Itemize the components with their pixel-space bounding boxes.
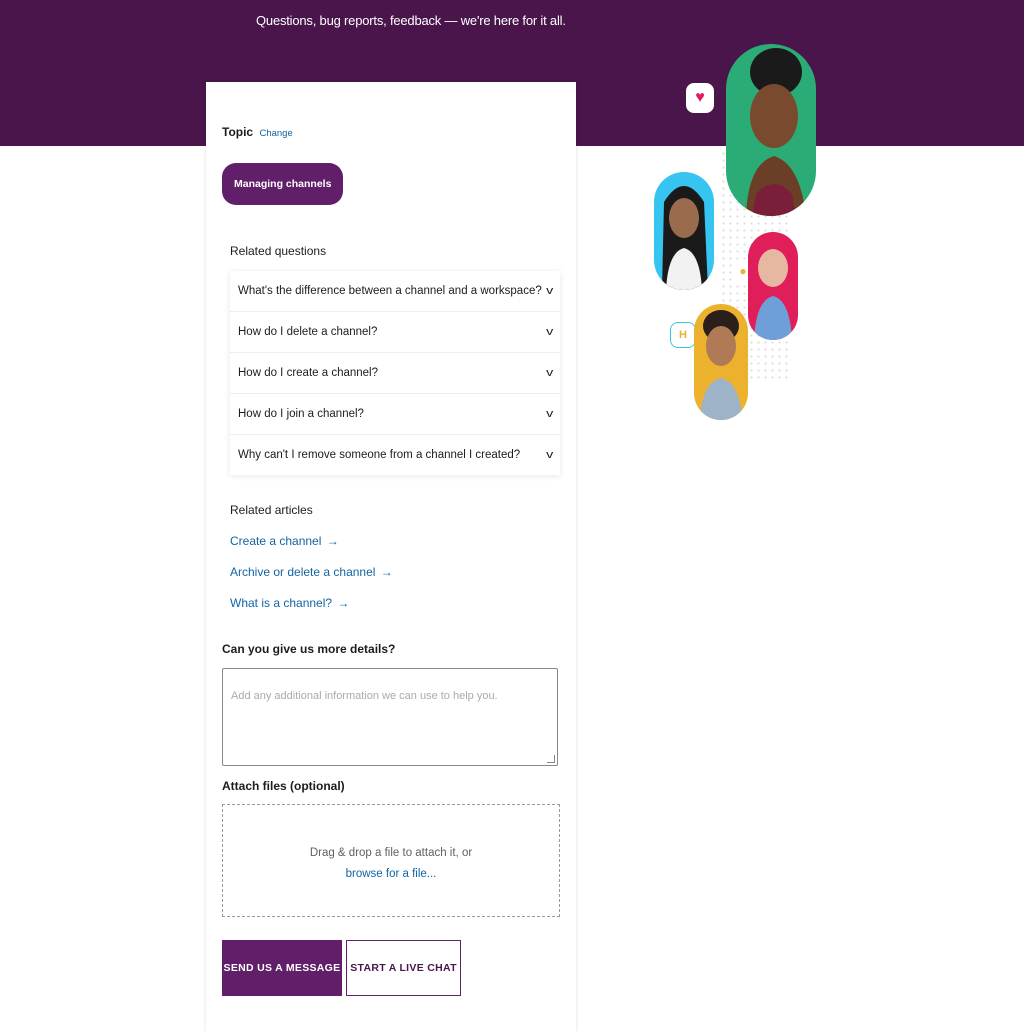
faq-question: How do I create a channel? xyxy=(238,367,379,379)
arrow-right-icon: → xyxy=(377,565,393,579)
article-link-label: Create a channel xyxy=(230,534,322,548)
file-dropzone[interactable]: Drag & drop a file to attach it, or brow… xyxy=(222,804,560,917)
selected-topic-chip[interactable]: Managing channels xyxy=(222,163,344,205)
article-link-archive-channel[interactable]: Archive or delete a channel → xyxy=(230,565,393,579)
browse-file-link[interactable]: browse for a file... xyxy=(223,868,559,880)
details-heading: Can you give us more details? xyxy=(222,642,396,656)
details-placeholder: Add any additional information we can us… xyxy=(231,690,498,702)
related-articles-heading: Related articles xyxy=(230,503,313,517)
faq-question: How do I delete a channel? xyxy=(238,326,378,338)
chevron-down-icon: v xyxy=(545,285,553,297)
send-message-button[interactable]: SEND US A MESSAGE xyxy=(222,940,342,996)
article-link-what-is-channel[interactable]: What is a channel? → xyxy=(230,596,349,610)
person-illustration xyxy=(662,186,708,290)
hands-icon: H xyxy=(679,329,687,341)
article-link-label: What is a channel? xyxy=(230,596,333,610)
resize-handle-icon[interactable] xyxy=(547,755,555,763)
faq-item[interactable]: What's the difference between a channel … xyxy=(230,271,560,312)
faq-item[interactable]: Why can't I remove someone from a channe… xyxy=(230,435,560,475)
faq-question: What's the difference between a channel … xyxy=(238,285,542,297)
chevron-down-icon: v xyxy=(545,326,553,338)
heart-bubble: ♥ xyxy=(686,83,714,113)
chevron-down-icon: v xyxy=(545,449,553,461)
heart-icon: ♥ xyxy=(695,89,705,106)
faq-item[interactable]: How do I create a channel? v xyxy=(230,353,560,394)
hands-bubble: H xyxy=(670,322,696,348)
person-illustration xyxy=(754,249,792,340)
faq-item[interactable]: How do I delete a channel? v xyxy=(230,312,560,353)
arrow-right-icon: → xyxy=(334,596,350,610)
person-illustration xyxy=(746,48,806,216)
start-live-chat-button[interactable]: START A LIVE CHAT xyxy=(346,940,461,996)
support-form-card: Topic Change Managing channels Related q… xyxy=(206,82,576,1032)
article-link-create-channel[interactable]: Create a channel → xyxy=(230,534,339,548)
faq-item[interactable]: How do I join a channel? v xyxy=(230,394,560,435)
chevron-down-icon: v xyxy=(545,367,553,379)
details-textarea[interactable]: Add any additional information we can us… xyxy=(222,668,558,766)
avatar-woman-blue xyxy=(654,172,714,290)
person-illustration xyxy=(700,310,742,420)
topic-row: Topic Change xyxy=(222,125,293,139)
article-link-label: Archive or delete a channel xyxy=(230,565,376,579)
wave-icon: ● xyxy=(739,264,747,278)
chevron-down-icon: v xyxy=(545,408,553,420)
avatar-man-yellow xyxy=(694,304,748,420)
dropzone-text: Drag & drop a file to attach it, or xyxy=(309,847,473,859)
arrow-right-icon: → xyxy=(323,534,339,548)
related-questions-heading: Related questions xyxy=(230,244,327,258)
avatar-man-red xyxy=(748,232,798,340)
attach-files-heading: Attach files (optional) xyxy=(222,779,345,793)
avatar-woman-green xyxy=(726,44,816,216)
topic-change-link[interactable]: Change xyxy=(259,128,292,139)
faq-question: How do I join a channel? xyxy=(238,408,364,420)
related-questions-list: What's the difference between a channel … xyxy=(230,271,560,475)
faq-question: Why can't I remove someone from a channe… xyxy=(238,449,521,461)
header-subtitle: Questions, bug reports, feedback — we're… xyxy=(256,13,566,28)
topic-label: Topic xyxy=(222,125,254,139)
